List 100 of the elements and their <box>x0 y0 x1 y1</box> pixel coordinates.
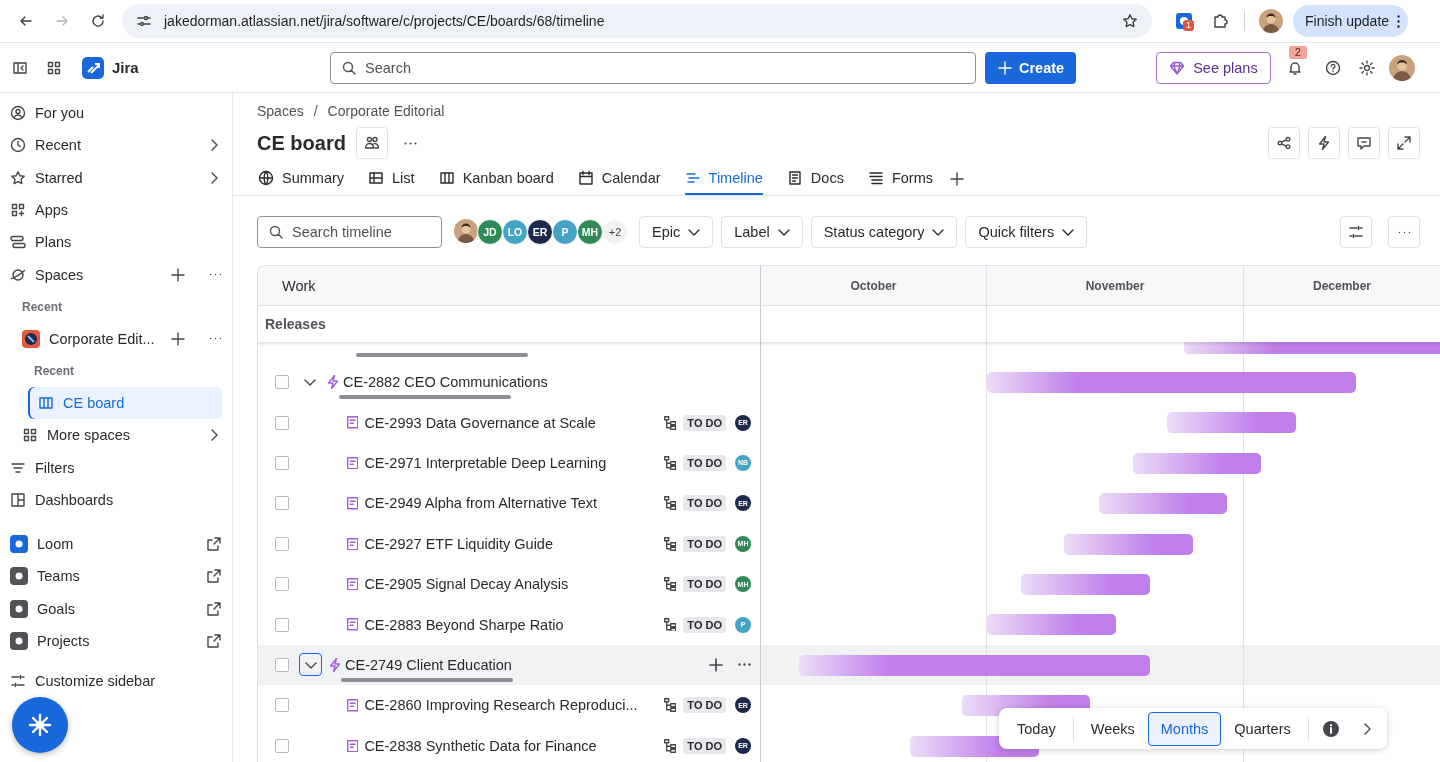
timescale-option[interactable]: Today <box>1004 711 1069 746</box>
issue-title[interactable]: CE-2971 Interpretable Deep Learning <box>364 454 607 471</box>
checkbox[interactable] <box>275 536 289 551</box>
tab[interactable]: Summary <box>258 163 345 195</box>
breadcrumb-link[interactable]: Spaces <box>257 103 304 119</box>
external-link-icon[interactable] <box>206 633 222 649</box>
extension-icon[interactable]: 1 <box>1176 13 1192 29</box>
sidebar-item[interactable]: Loom <box>10 527 222 561</box>
jira-logo[interactable] <box>82 56 104 79</box>
checkbox[interactable] <box>275 415 289 430</box>
timeline-bar[interactable] <box>1099 493 1227 515</box>
tab[interactable]: Timeline <box>684 163 763 195</box>
checkbox[interactable] <box>275 455 289 470</box>
app-switcher-icon[interactable] <box>46 59 62 76</box>
checkbox[interactable] <box>275 375 289 390</box>
issue-title[interactable]: CE-2905 Signal Decay Analysis <box>364 576 569 593</box>
sidebar-toggle-icon[interactable] <box>12 59 28 76</box>
timeline-bar[interactable] <box>1021 573 1150 595</box>
hierarchy-icon[interactable] <box>663 456 677 470</box>
timescale-option[interactable]: Quarters <box>1221 711 1304 746</box>
status-lozenge[interactable]: TO DO <box>683 414 726 431</box>
checkbox[interactable] <box>275 738 289 753</box>
info-icon[interactable] <box>1322 720 1339 737</box>
sidebar-item[interactable]: Teams <box>10 560 222 593</box>
sidebar-item[interactable]: Corporate Edit... <box>10 322 222 356</box>
hierarchy-icon[interactable] <box>663 698 677 713</box>
sidebar-item[interactable]: More spaces <box>10 419 222 452</box>
automation-button[interactable] <box>1308 127 1340 159</box>
issue-title[interactable]: CE-2927 ETF Liquidity Guide <box>364 535 553 552</box>
tab[interactable]: Docs <box>786 163 844 195</box>
hierarchy-icon[interactable] <box>663 536 677 551</box>
timescale-option[interactable]: Months <box>1147 711 1222 746</box>
add-tab-icon[interactable] <box>949 171 965 187</box>
sidebar-item[interactable]: Customize sidebar <box>10 665 222 698</box>
issue-title[interactable]: CE-2838 Synthetic Data for Finance <box>364 737 597 754</box>
team-button[interactable] <box>355 127 388 159</box>
fullscreen-button[interactable] <box>1388 127 1420 159</box>
issue-title[interactable]: CE-2882 CEO Communications <box>343 374 548 391</box>
bookmark-star-icon[interactable] <box>1122 13 1138 29</box>
search-field[interactable]: Search timeline <box>257 216 442 248</box>
sidebar-item[interactable]: Projects <box>10 624 222 658</box>
external-link-icon[interactable] <box>206 600 222 617</box>
filter-dropdown[interactable]: Quick filters <box>965 216 1088 248</box>
user-avatar[interactable]: ER <box>527 219 553 245</box>
checkbox[interactable] <box>275 577 289 592</box>
status-lozenge[interactable]: TO DO <box>683 697 726 714</box>
sidebar-item[interactable]: Starred <box>10 161 222 194</box>
issue-title[interactable]: CE-2949 Alpha from Alternative Text <box>364 495 598 512</box>
timeline-bar[interactable] <box>1167 412 1296 434</box>
tab[interactable]: List <box>368 163 415 195</box>
search-field[interactable]: Search <box>330 51 976 84</box>
sidebar-item[interactable]: CE board <box>28 387 222 420</box>
address-bar[interactable]: jakedorman.atlassian.net/jira/software/c/projects/CE/boards/68/timeline <box>122 4 1152 38</box>
hierarchy-icon[interactable] <box>663 496 677 511</box>
tab[interactable]: Calendar <box>577 163 661 195</box>
hierarchy-icon[interactable] <box>663 415 677 430</box>
timeline-bar[interactable] <box>1064 533 1193 555</box>
reload-icon[interactable] <box>90 13 106 29</box>
user-avatar[interactable]: JD <box>477 219 503 245</box>
hierarchy-icon[interactable] <box>663 738 677 753</box>
issue-title[interactable]: CE-2749 Client Education <box>345 656 512 673</box>
issue-title[interactable]: CE-2883 Beyond Sharpe Ratio <box>364 616 564 633</box>
external-link-icon[interactable] <box>206 568 222 585</box>
hierarchy-icon[interactable] <box>663 617 677 632</box>
expand-toggle[interactable] <box>299 653 322 677</box>
checkbox[interactable] <box>275 617 289 632</box>
status-lozenge[interactable]: TO DO <box>683 454 726 471</box>
see-plans-button[interactable]: See plans <box>1156 51 1271 84</box>
share-button[interactable] <box>1268 127 1300 159</box>
timeline-bar[interactable] <box>987 614 1116 636</box>
checkbox[interactable] <box>275 698 289 713</box>
sidebar-item[interactable]: For you <box>10 97 222 130</box>
more-people-avatar[interactable]: +2 <box>602 219 628 245</box>
sidebar-item[interactable]: Apps <box>10 193 222 227</box>
status-lozenge[interactable]: TO DO <box>683 737 726 754</box>
plus-icon[interactable] <box>170 266 186 283</box>
filter-dropdown[interactable]: Label <box>721 216 803 248</box>
timeline-bar[interactable] <box>1184 342 1440 354</box>
tab[interactable]: Kanban board <box>438 163 554 195</box>
site-settings-icon[interactable] <box>136 13 152 29</box>
checkbox[interactable] <box>275 657 289 672</box>
external-link-icon[interactable] <box>206 536 222 553</box>
status-lozenge[interactable]: TO DO <box>683 616 726 633</box>
create-button[interactable]: Create <box>985 51 1077 84</box>
issue-title[interactable]: CE-2860 Improving Research Reproduci... <box>364 697 638 714</box>
sidebar-item[interactable]: Plans <box>10 226 222 259</box>
extensions-icon[interactable] <box>1212 13 1228 29</box>
status-lozenge[interactable]: TO DO <box>683 535 726 552</box>
sidebar-item[interactable]: Spaces <box>10 258 222 291</box>
sidebar-item[interactable]: Dashboards <box>10 483 222 516</box>
status-lozenge[interactable]: TO DO <box>683 495 726 512</box>
notifications-icon[interactable] <box>1286 59 1303 76</box>
assistant-button[interactable] <box>12 697 68 753</box>
settings-icon[interactable] <box>1358 59 1375 76</box>
more-icon[interactable] <box>403 141 417 145</box>
view-settings-button[interactable] <box>1340 216 1372 248</box>
help-icon[interactable] <box>1324 59 1341 76</box>
timeline-bar[interactable] <box>1133 452 1261 474</box>
timeline-bar[interactable] <box>799 654 1150 676</box>
sidebar-item[interactable]: Recent <box>10 129 222 162</box>
